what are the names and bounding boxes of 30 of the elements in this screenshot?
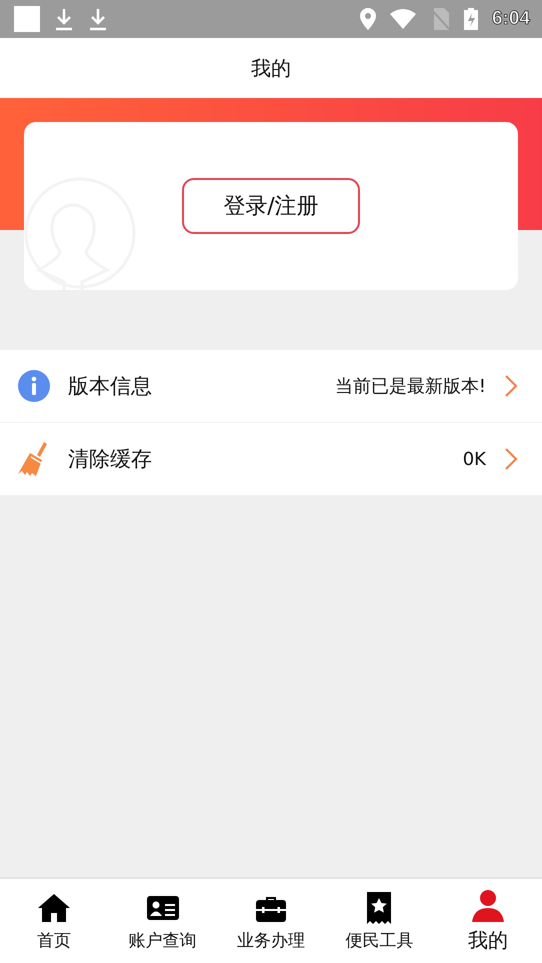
row-value: 当前已是最新版本! (334, 375, 486, 398)
square-icon (14, 6, 40, 32)
chevron-icon (504, 374, 518, 398)
row-label: 清除缓存 (68, 446, 153, 473)
nav-tab[interactable]: 账户查询 (108, 879, 217, 963)
download-icon (88, 7, 108, 31)
person-icon (470, 888, 505, 922)
tab-label: 我的 (468, 926, 508, 954)
info-icon (18, 370, 50, 402)
wifi-icon (390, 9, 416, 29)
tab-label: 业务办理 (237, 930, 306, 952)
tab-label: 账户查询 (128, 930, 197, 952)
chevron-icon (504, 447, 518, 471)
status-time: 6:04 (492, 8, 530, 30)
battery-icon (464, 8, 478, 30)
location-icon (360, 8, 376, 30)
nav-tab[interactable]: 我的 (434, 879, 542, 963)
login-button[interactable]: 登录/注册 (182, 178, 360, 234)
download-icon (54, 7, 74, 31)
broom-icon (18, 441, 50, 477)
row-value: 0K (462, 448, 486, 470)
settings-row[interactable]: 清除缓存 0K (0, 423, 542, 496)
tab-label: 便民工具 (345, 930, 414, 952)
tab-label: 首页 (37, 930, 72, 952)
nav-tab[interactable]: 首页 (0, 879, 108, 963)
row-label: 版本信息 (68, 373, 153, 400)
nav-tab[interactable]: 便民工具 (325, 879, 434, 963)
settings-row[interactable]: 版本信息 当前已是最新版本! (0, 350, 542, 423)
page-title: 我的 (251, 54, 291, 82)
nav-tab[interactable]: 业务办理 (216, 879, 326, 963)
